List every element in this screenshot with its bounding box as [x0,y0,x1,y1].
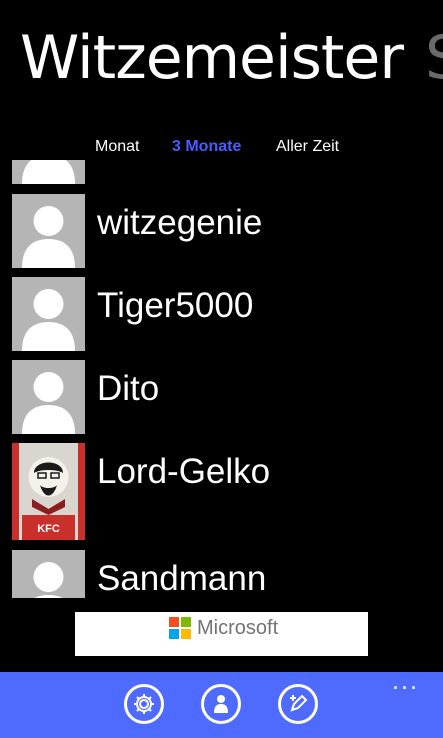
person-icon [214,695,228,713]
kfc-bucket-photo: KFC [12,443,85,540]
app-bar: ... [0,672,443,738]
ad-brand-text: Microsoft [197,617,279,639]
edit-icon [290,694,308,712]
ad-banner[interactable]: Microsoft [75,612,368,656]
microsoft-logo-icon [169,617,191,639]
default-avatar-icon [12,360,85,434]
filter-month[interactable]: Monat [95,138,139,156]
username: witzegenie [97,203,263,242]
more-options-button[interactable]: ... [392,672,419,694]
default-avatar-icon [12,550,85,598]
list-item[interactable]: Dito [0,360,443,434]
user-leaderboard-list[interactable]: witzegenie Tiger5000 Dito KFC Lord-Gelko… [0,160,443,598]
username: Tiger5000 [97,286,254,325]
next-pivot-title[interactable]: S [425,23,443,93]
default-avatar-icon [12,277,85,351]
username: Lord-Gelko [97,452,271,491]
profile-button[interactable] [201,684,241,724]
settings-button[interactable] [124,684,164,724]
gear-icon [134,694,154,714]
list-item[interactable]: witzegenie [0,194,443,268]
filter-all-time[interactable]: Aller Zeit [276,138,339,156]
list-item[interactable]: KFC Lord-Gelko [0,443,443,540]
username: Dito [97,369,160,408]
page-title-text: Witzemeister [20,23,404,93]
svg-text:KFC: KFC [37,523,60,535]
time-filter-bar: Monat 3 Monate Aller Zeit [0,138,443,158]
new-joke-button[interactable] [278,684,318,724]
default-avatar-icon [12,160,85,184]
list-item[interactable]: Tiger5000 [0,277,443,351]
default-avatar-icon [12,194,85,268]
page-title: WitzemeisterS [20,28,443,88]
list-item-partial[interactable] [0,160,443,184]
filter-3-months[interactable]: 3 Monate [172,138,241,156]
username: Sandmann [97,559,267,598]
list-item[interactable]: Sandmann [0,550,443,598]
